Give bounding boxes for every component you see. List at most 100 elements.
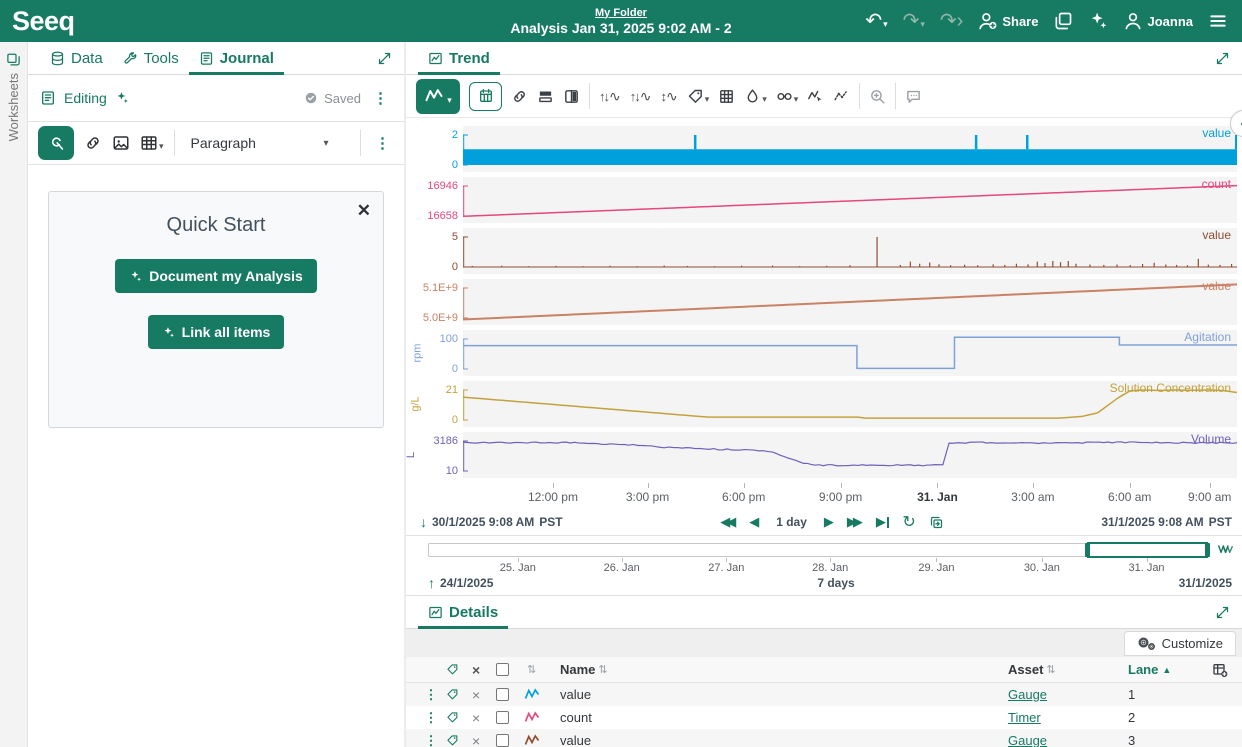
- step-forward-button[interactable]: ▶: [824, 514, 834, 530]
- lane-plot[interactable]: Volume: [463, 432, 1237, 478]
- seeq-assistant-button[interactable]: [38, 126, 74, 160]
- shaded-area-button[interactable]: ▾: [744, 87, 767, 105]
- labels-button[interactable]: ▾: [687, 87, 710, 105]
- range-end[interactable]: 31/1/2025 9:08 AM PST: [1101, 515, 1232, 529]
- gridlines-button[interactable]: [718, 88, 735, 105]
- insert-image-button[interactable]: [112, 134, 130, 152]
- row-tag-icon[interactable]: [446, 688, 472, 701]
- refresh-icon[interactable]: ↻: [902, 512, 915, 532]
- lane-plot[interactable]: Solution Concentration: [463, 381, 1237, 427]
- overview-track[interactable]: [428, 543, 1209, 557]
- copy-range-button[interactable]: [929, 515, 944, 530]
- trend-chart[interactable]: 20value1694616658count50value5.1E+95.0E+…: [406, 118, 1242, 509]
- lane-axis[interactable]: 50: [406, 228, 463, 274]
- paragraph-format-dropdown[interactable]: Paragraph ▾: [185, 131, 335, 155]
- lane-plot[interactable]: Agitation: [463, 330, 1237, 376]
- column-asset[interactable]: Asset⇅: [1008, 662, 1128, 677]
- tab-trend[interactable]: Trend: [418, 42, 500, 74]
- step-back-button[interactable]: ◀: [749, 514, 759, 530]
- capsule-view-button[interactable]: [563, 88, 580, 105]
- journal-expand-icon[interactable]: [373, 47, 396, 70]
- worksheets-overlay-button[interactable]: [1053, 11, 1073, 31]
- chain-view-button[interactable]: [511, 88, 528, 105]
- compare-overlay-icon[interactable]: [1217, 541, 1234, 558]
- overview-selection-handle[interactable]: [1087, 542, 1208, 558]
- chart-type-button[interactable]: ▾: [416, 79, 460, 114]
- overview-end[interactable]: 31/1/2025: [1179, 576, 1232, 590]
- signal-name[interactable]: count: [560, 710, 1008, 725]
- editing-sparkles-icon[interactable]: [115, 91, 129, 105]
- row-checkbox[interactable]: [496, 688, 509, 701]
- present-mode-icon[interactable]: ↷›: [940, 11, 963, 31]
- zoom-in-button[interactable]: [869, 88, 886, 105]
- redo-button[interactable]: ↷▾: [903, 11, 925, 31]
- hamburger-menu[interactable]: [1208, 11, 1228, 31]
- dimming-button[interactable]: ▾: [776, 87, 799, 105]
- row-menu-icon[interactable]: ⋮: [416, 733, 446, 747]
- trend-lane-4[interactable]: 5.1E+95.0E+9 value: [406, 279, 1237, 325]
- lane-series-label[interactable]: count: [1202, 177, 1231, 191]
- auto-scale-button[interactable]: ↕∿: [660, 88, 677, 105]
- trend-lane-6[interactable]: g/L210Solution Concentration: [406, 381, 1237, 427]
- tab-journal[interactable]: Journal: [189, 42, 284, 74]
- column-lane[interactable]: Lane▲: [1128, 662, 1198, 677]
- lane-series-label[interactable]: Volume: [1191, 432, 1231, 446]
- lane-plot[interactable]: value: [463, 279, 1237, 325]
- lane-axis[interactable]: 1694616658: [406, 177, 463, 223]
- lane-plot[interactable]: value: [463, 126, 1237, 172]
- asset-link[interactable]: Timer: [1008, 710, 1128, 725]
- journal-editor[interactable]: ✕ Quick Start Document my Analysis Link …: [28, 165, 404, 747]
- sample-points-button[interactable]: [833, 88, 850, 105]
- share-button[interactable]: Share: [978, 11, 1038, 31]
- one-lane-button[interactable]: ↑↓∿: [599, 88, 621, 105]
- capsule-time-button[interactable]: [469, 82, 502, 111]
- format-more-menu[interactable]: ⋮: [371, 134, 394, 152]
- lane-series-label[interactable]: Solution Concentration: [1110, 381, 1231, 395]
- tab-data[interactable]: Data: [40, 42, 113, 74]
- close-icon[interactable]: ✕: [357, 202, 371, 219]
- trend-expand-icon[interactable]: [1211, 47, 1234, 70]
- signal-name[interactable]: value: [560, 687, 1008, 702]
- worksheets-rail[interactable]: Worksheets: [0, 42, 28, 747]
- trend-lane-2[interactable]: 1694616658 count: [406, 177, 1237, 223]
- document-my-analysis-button[interactable]: Document my Analysis: [115, 259, 317, 293]
- signal-name[interactable]: value: [560, 733, 1008, 747]
- overview-start[interactable]: ↑ 24/1/2025: [428, 575, 493, 591]
- undo-button[interactable]: ↶▾: [865, 11, 887, 31]
- table-row[interactable]: ⋮ × count Timer 2: [406, 706, 1242, 729]
- trend-lane-1[interactable]: 20value: [406, 126, 1237, 172]
- lane-axis[interactable]: 5.1E+95.0E+9: [406, 279, 463, 325]
- analysis-title[interactable]: Analysis Jan 31, 2025 9:02 AM - 2: [510, 20, 731, 36]
- row-menu-icon[interactable]: ⋮: [416, 710, 446, 726]
- duration-label[interactable]: 1 day: [776, 515, 807, 529]
- asset-link[interactable]: Gauge: [1008, 733, 1128, 747]
- column-name[interactable]: Name⇅: [560, 662, 1008, 677]
- lane-axis[interactable]: L318610: [406, 432, 463, 478]
- seeq-logo[interactable]: Seeq: [12, 8, 75, 35]
- lane-series-label[interactable]: value: [1202, 279, 1231, 293]
- one-axis-button[interactable]: ↑↓∿: [630, 88, 652, 105]
- asset-link[interactable]: Gauge: [1008, 687, 1128, 702]
- details-expand-icon[interactable]: [1211, 601, 1234, 624]
- trend-lane-5[interactable]: rpm1000Agitation: [406, 330, 1237, 376]
- step-to-end-button[interactable]: ▶: [876, 514, 890, 530]
- lane-series-label[interactable]: value: [1202, 126, 1231, 140]
- tab-details[interactable]: Details: [418, 596, 508, 628]
- cursor-values-button[interactable]: [807, 88, 824, 105]
- lane-series-label[interactable]: Agitation: [1184, 330, 1231, 344]
- step-back-fast-button[interactable]: ◀◀: [720, 514, 736, 530]
- time-axis[interactable]: 12:00 pm3:00 pm6:00 pm9:00 pm31. Jan3:00…: [463, 483, 1232, 509]
- tab-tools[interactable]: Tools: [113, 42, 189, 74]
- customize-button[interactable]: Customize: [1124, 631, 1236, 656]
- row-remove-icon[interactable]: ×: [472, 688, 496, 702]
- row-checkbox[interactable]: [496, 734, 509, 747]
- step-forward-fast-button[interactable]: ▶▶: [847, 514, 863, 530]
- compare-view-button[interactable]: [537, 88, 554, 105]
- select-all-checkbox[interactable]: [496, 663, 509, 676]
- annotate-button[interactable]: [905, 88, 922, 105]
- remove-column-icon[interactable]: ×: [472, 662, 496, 678]
- tag-column-icon[interactable]: [446, 663, 472, 676]
- row-remove-icon[interactable]: ×: [472, 734, 496, 747]
- ai-assistant-button[interactable]: [1088, 11, 1108, 31]
- trend-lane-7[interactable]: L318610 Volume: [406, 432, 1237, 478]
